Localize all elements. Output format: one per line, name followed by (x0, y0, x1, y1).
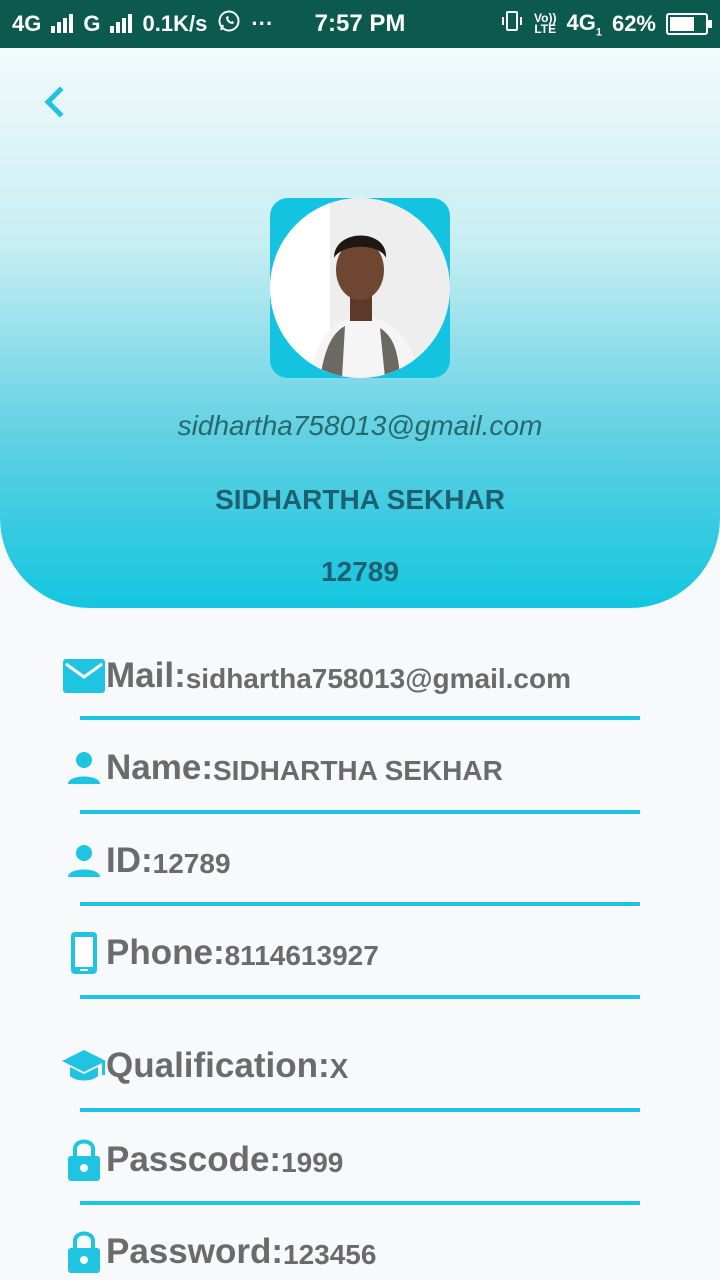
volte-icon: Vo)) LTE (534, 11, 557, 36)
divider (80, 1108, 640, 1112)
passcode-row: Passcode: 1999 (62, 1130, 702, 1190)
passcode-label: Passcode: (106, 1140, 282, 1179)
vibrate-icon (500, 9, 524, 39)
person-icon (62, 839, 106, 883)
phone-value: 8114613927 (224, 940, 379, 971)
person-icon (62, 746, 106, 790)
mail-value: sidhartha758013@gmail.com (185, 663, 571, 694)
phone-icon (62, 931, 106, 975)
divider (80, 810, 640, 814)
name-value: SIDHARTHA SEKHAR (212, 755, 503, 786)
signal-icon (51, 14, 74, 33)
avatar-photo (270, 198, 450, 378)
id-value: 12789 (152, 848, 231, 879)
header-name: SIDHARTHA SEKHAR (215, 484, 505, 515)
signal-icon-2 (110, 14, 133, 33)
name-row: Name: SIDHARTHA SEKHAR (62, 738, 702, 798)
password-label: Password: (106, 1232, 283, 1271)
qualification-row: Qualification: X (62, 1036, 702, 1096)
profile-header: sidhartha758013@gmail.com SIDHARTHA SEKH… (0, 48, 720, 608)
network-type-label-3: 4G1 (566, 9, 602, 39)
network-type-label: 4G (12, 11, 42, 36)
avatar[interactable] (270, 198, 450, 378)
clock: 7:57 PM (314, 10, 406, 37)
lock-icon (62, 1138, 106, 1182)
mail-icon (62, 654, 106, 698)
divider (80, 1201, 640, 1205)
battery-percent: 62% (611, 11, 656, 36)
status-bar: 4G G 0.1K/s ··· 7:57 PM Vo)) LTE 4G1 62% (0, 0, 720, 48)
header-id: 12789 (321, 556, 399, 587)
battery-icon (666, 13, 712, 35)
network-type-label-2: G (83, 11, 101, 36)
passcode-value: 1999 (281, 1147, 344, 1178)
divider (80, 716, 640, 720)
password-row: Password: 123456 (62, 1222, 702, 1280)
password-value: 123456 (283, 1239, 377, 1270)
whatsapp-icon (217, 9, 241, 39)
phone-label: Phone: (106, 933, 225, 972)
graduation-cap-icon (62, 1044, 106, 1088)
mail-label: Mail: (106, 656, 186, 695)
data-speed: 0.1K/s (142, 11, 208, 36)
divider (80, 995, 640, 999)
id-label: ID: (106, 841, 153, 880)
id-row: ID: 12789 (62, 831, 702, 891)
qualification-label: Qualification: (106, 1046, 330, 1085)
back-button[interactable] (30, 78, 78, 126)
status-left: 4G G 0.1K/s ··· (12, 9, 273, 39)
avatar-frame (270, 198, 450, 378)
phone-row: Phone: 8114613927 (62, 923, 702, 983)
lock-icon (62, 1230, 106, 1274)
status-right: Vo)) LTE 4G1 62% (500, 9, 712, 39)
more-notifications-icon: ··· (251, 11, 274, 36)
name-label: Name: (106, 748, 213, 787)
header-email: sidhartha758013@gmail.com (177, 410, 543, 441)
divider (80, 902, 640, 906)
mail-row: Mail: sidhartha758013@gmail.com (62, 646, 702, 706)
chevron-left-icon (44, 86, 64, 118)
qualification-value: X (329, 1053, 349, 1084)
